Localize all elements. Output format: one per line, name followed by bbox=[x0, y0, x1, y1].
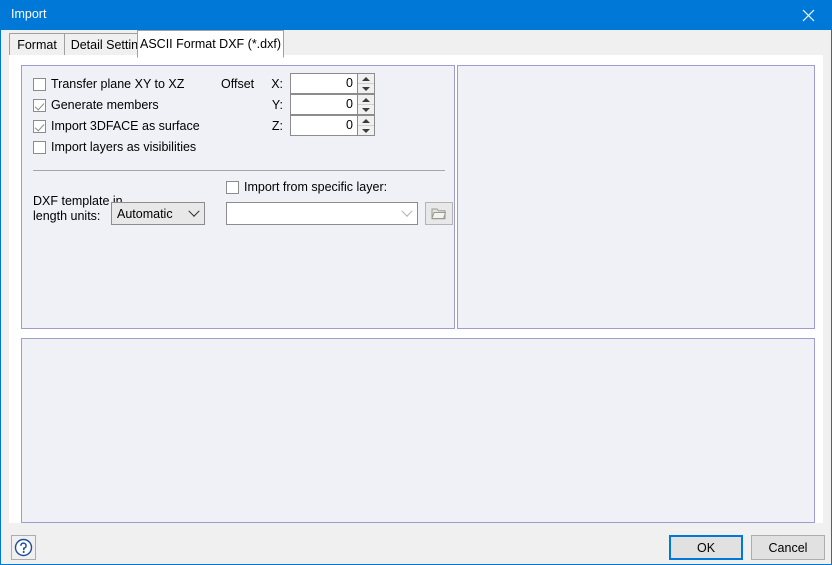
chevron-down-icon-layer bbox=[397, 205, 417, 218]
tab-content-panel: Transfer plane XY to XZ Generate members… bbox=[9, 56, 823, 523]
ok-button[interactable]: OK bbox=[669, 535, 743, 560]
import-dialog-window: Import Format Detail Settings ASCII Form… bbox=[0, 0, 832, 565]
tab-format[interactable]: Format bbox=[9, 33, 65, 56]
offset-y-value[interactable]: 0 bbox=[291, 95, 357, 114]
checkbox-label-import-layers-visibilities: Import layers as visibilities bbox=[51, 140, 197, 154]
offset-x-spin-buttons bbox=[357, 74, 374, 93]
offset-z-spin-buttons bbox=[357, 116, 374, 135]
offset-y-spin-up[interactable] bbox=[358, 95, 374, 105]
checkbox-import-specific-layer[interactable]: Import from specific layer: bbox=[226, 180, 387, 194]
offset-y-spin-down[interactable] bbox=[358, 105, 374, 114]
dxf-template-label-line2: length units: bbox=[33, 209, 101, 223]
window-title: Import bbox=[11, 7, 47, 21]
checkbox-label-import-specific-layer: Import from specific layer: bbox=[244, 180, 388, 194]
tab-strip: Format Detail Settings ASCII Format DXF … bbox=[1, 30, 831, 58]
dxf-template-units-dropdown[interactable]: Automatic bbox=[111, 202, 205, 225]
checkbox-label-import-3dface: Import 3DFACE as surface bbox=[51, 119, 200, 133]
dxf-template-units-value: Automatic bbox=[117, 206, 173, 221]
checkbox-import-3dface[interactable]: Import 3DFACE as surface bbox=[33, 119, 200, 133]
offset-z-spinner[interactable]: 0 bbox=[290, 115, 375, 136]
dxf-template-label-line1: DXF template in bbox=[33, 194, 123, 208]
settings-panel-left: Transfer plane XY to XZ Generate members… bbox=[21, 65, 455, 329]
checkbox-box-import-3dface bbox=[33, 119, 46, 133]
offset-z-spin-down[interactable] bbox=[358, 126, 374, 135]
checkbox-box-transfer-plane bbox=[33, 77, 46, 91]
checkbox-transfer-plane[interactable]: Transfer plane XY to XZ bbox=[33, 77, 184, 91]
chevron-down-icon bbox=[184, 205, 204, 218]
offset-z-label: Z: bbox=[271, 119, 283, 133]
offset-x-spin-down[interactable] bbox=[358, 84, 374, 93]
offset-z-spin-up[interactable] bbox=[358, 116, 374, 126]
title-bar: Import bbox=[1, 1, 831, 30]
checkbox-box-generate-members bbox=[33, 98, 46, 112]
checkbox-label-generate-members: Generate members bbox=[51, 98, 159, 112]
offset-y-spinner[interactable]: 0 bbox=[290, 94, 375, 115]
dialog-footer: OK Cancel bbox=[2, 525, 830, 564]
checkbox-label-transfer-plane: Transfer plane XY to XZ bbox=[51, 77, 185, 91]
offset-x-value[interactable]: 0 bbox=[291, 74, 357, 93]
section-separator bbox=[33, 170, 445, 171]
offset-x-spinner[interactable]: 0 bbox=[290, 73, 375, 94]
offset-x-label: X: bbox=[271, 77, 283, 91]
cancel-button[interactable]: Cancel bbox=[751, 535, 825, 560]
checkbox-box-import-specific-layer bbox=[226, 180, 239, 194]
offset-z-value[interactable]: 0 bbox=[291, 116, 357, 135]
checkbox-generate-members[interactable]: Generate members bbox=[33, 98, 159, 112]
preview-panel-right bbox=[457, 65, 815, 329]
checkbox-import-layers-visibilities[interactable]: Import layers as visibilities bbox=[33, 140, 196, 154]
specific-layer-dropdown[interactable] bbox=[226, 202, 418, 225]
close-icon[interactable] bbox=[785, 1, 831, 30]
tab-ascii-format-dxf[interactable]: ASCII Format DXF (*.dxf) bbox=[137, 30, 284, 58]
open-folder-icon[interactable] bbox=[425, 202, 453, 225]
offset-y-label: Y: bbox=[271, 98, 283, 112]
details-panel-bottom bbox=[21, 338, 815, 523]
offset-group-label: Offset bbox=[221, 77, 255, 91]
checkbox-box-import-layers-visibilities bbox=[33, 140, 46, 154]
help-question-icon[interactable] bbox=[11, 535, 36, 560]
offset-y-spin-buttons bbox=[357, 95, 374, 114]
offset-x-spin-up[interactable] bbox=[358, 74, 374, 84]
